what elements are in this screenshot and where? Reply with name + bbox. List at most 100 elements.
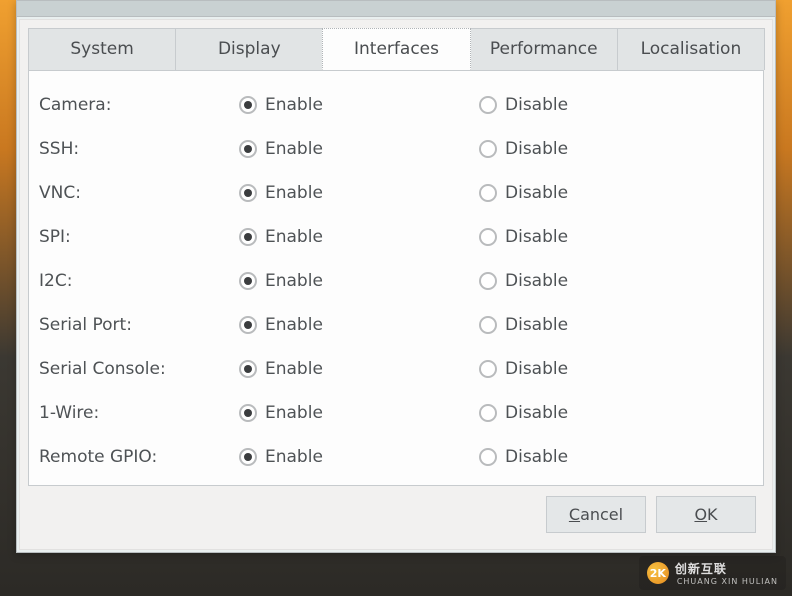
radio-label: Disable bbox=[505, 183, 568, 203]
radio-indicator-icon bbox=[239, 404, 257, 422]
radio-serial-console-enable[interactable]: Enable bbox=[239, 359, 479, 379]
radio-indicator-icon bbox=[239, 316, 257, 334]
tab-performance[interactable]: Performance bbox=[470, 28, 618, 70]
radio-indicator-icon bbox=[239, 140, 257, 158]
radio-serial-port-enable[interactable]: Enable bbox=[239, 315, 479, 335]
window-titlebar[interactable] bbox=[17, 1, 775, 17]
radio-camera-disable[interactable]: Disable bbox=[479, 95, 719, 115]
radio-spi-enable[interactable]: Enable bbox=[239, 227, 479, 247]
tab-display[interactable]: Display bbox=[175, 28, 323, 70]
radio-label: Disable bbox=[505, 403, 568, 423]
radio-indicator-icon bbox=[239, 184, 257, 202]
config-dialog: SystemDisplayInterfacesPerformanceLocali… bbox=[16, 0, 776, 553]
watermark: 2K 创新互联 CHUANG XIN HULIAN bbox=[639, 556, 786, 590]
radio-indicator-icon bbox=[479, 228, 497, 246]
radio-one-wire-enable[interactable]: Enable bbox=[239, 403, 479, 423]
radio-group-ssh: Enable Disable bbox=[239, 139, 747, 159]
radio-label: Disable bbox=[505, 271, 568, 291]
radio-label: Disable bbox=[505, 139, 568, 159]
radio-group-i2c: Enable Disable bbox=[239, 271, 747, 291]
ok-button[interactable]: OK bbox=[656, 496, 756, 533]
tab-interfaces[interactable]: Interfaces bbox=[322, 28, 470, 70]
dialog-buttons: Cancel OK bbox=[28, 486, 764, 537]
label-serial-port: Serial Port: bbox=[39, 315, 239, 335]
cancel-button[interactable]: Cancel bbox=[546, 496, 646, 533]
watermark-sub: CHUANG XIN HULIAN bbox=[677, 577, 778, 586]
radio-i2c-disable[interactable]: Disable bbox=[479, 271, 719, 291]
ok-mnemonic: O bbox=[694, 505, 707, 524]
radio-indicator-icon bbox=[479, 96, 497, 114]
radio-indicator-icon bbox=[239, 360, 257, 378]
radio-label: Enable bbox=[265, 359, 323, 379]
radio-remote-gpio-disable[interactable]: Disable bbox=[479, 447, 719, 467]
tab-localisation[interactable]: Localisation bbox=[617, 28, 765, 70]
radio-label: Disable bbox=[505, 359, 568, 379]
radio-serial-console-disable[interactable]: Disable bbox=[479, 359, 719, 379]
radio-group-camera: Enable Disable bbox=[239, 95, 747, 115]
label-remote-gpio: Remote GPIO: bbox=[39, 447, 239, 467]
radio-label: Disable bbox=[505, 95, 568, 115]
label-vnc: VNC: bbox=[39, 183, 239, 203]
radio-label: Enable bbox=[265, 139, 323, 159]
row-remote-gpio: Remote GPIO: Enable Disable bbox=[39, 435, 747, 479]
radio-indicator-icon bbox=[479, 316, 497, 334]
radio-indicator-icon bbox=[239, 448, 257, 466]
radio-label: Enable bbox=[265, 95, 323, 115]
radio-label: Enable bbox=[265, 183, 323, 203]
row-i2c: I2C: Enable Disable bbox=[39, 259, 747, 303]
dialog-panel: SystemDisplayInterfacesPerformanceLocali… bbox=[19, 19, 773, 550]
radio-group-spi: Enable Disable bbox=[239, 227, 747, 247]
label-serial-console: Serial Console: bbox=[39, 359, 239, 379]
radio-group-remote-gpio: Enable Disable bbox=[239, 447, 747, 467]
row-serial-console: Serial Console: Enable Disable bbox=[39, 347, 747, 391]
radio-indicator-icon bbox=[239, 96, 257, 114]
radio-indicator-icon bbox=[239, 228, 257, 246]
label-one-wire: 1-Wire: bbox=[39, 403, 239, 423]
row-vnc: VNC: Enable Disable bbox=[39, 171, 747, 215]
radio-indicator-icon bbox=[479, 184, 497, 202]
row-camera: Camera: Enable Disable bbox=[39, 83, 747, 127]
radio-label: Enable bbox=[265, 403, 323, 423]
radio-indicator-icon bbox=[479, 140, 497, 158]
radio-vnc-enable[interactable]: Enable bbox=[239, 183, 479, 203]
label-i2c: I2C: bbox=[39, 271, 239, 291]
radio-ssh-enable[interactable]: Enable bbox=[239, 139, 479, 159]
radio-indicator-icon bbox=[479, 272, 497, 290]
row-spi: SPI: Enable Disable bbox=[39, 215, 747, 259]
row-serial-port: Serial Port: Enable Disable bbox=[39, 303, 747, 347]
radio-camera-enable[interactable]: Enable bbox=[239, 95, 479, 115]
watermark-logo-icon: 2K bbox=[647, 562, 669, 584]
label-camera: Camera: bbox=[39, 95, 239, 115]
row-one-wire: 1-Wire: Enable Disable bbox=[39, 391, 747, 435]
row-ssh: SSH: Enable Disable bbox=[39, 127, 747, 171]
radio-vnc-disable[interactable]: Disable bbox=[479, 183, 719, 203]
label-ssh: SSH: bbox=[39, 139, 239, 159]
radio-serial-port-disable[interactable]: Disable bbox=[479, 315, 719, 335]
radio-label: Disable bbox=[505, 227, 568, 247]
radio-indicator-icon bbox=[479, 360, 497, 378]
tab-content-interfaces: Camera:EnableDisableSSH:EnableDisableVNC… bbox=[28, 71, 764, 486]
radio-group-one-wire: Enable Disable bbox=[239, 403, 747, 423]
radio-label: Enable bbox=[265, 447, 323, 467]
radio-label: Enable bbox=[265, 271, 323, 291]
cancel-mnemonic: C bbox=[569, 505, 580, 524]
radio-indicator-icon bbox=[239, 272, 257, 290]
radio-spi-disable[interactable]: Disable bbox=[479, 227, 719, 247]
tab-system[interactable]: System bbox=[28, 28, 176, 70]
tab-bar: SystemDisplayInterfacesPerformanceLocali… bbox=[28, 28, 764, 71]
watermark-brand: 创新互联 bbox=[675, 560, 778, 577]
radio-label: Disable bbox=[505, 447, 568, 467]
radio-group-serial-port: Enable Disable bbox=[239, 315, 747, 335]
radio-label: Enable bbox=[265, 227, 323, 247]
radio-label: Enable bbox=[265, 315, 323, 335]
radio-indicator-icon bbox=[479, 404, 497, 422]
radio-ssh-disable[interactable]: Disable bbox=[479, 139, 719, 159]
radio-group-serial-console: Enable Disable bbox=[239, 359, 747, 379]
radio-i2c-enable[interactable]: Enable bbox=[239, 271, 479, 291]
radio-one-wire-disable[interactable]: Disable bbox=[479, 403, 719, 423]
radio-remote-gpio-enable[interactable]: Enable bbox=[239, 447, 479, 467]
label-spi: SPI: bbox=[39, 227, 239, 247]
radio-label: Disable bbox=[505, 315, 568, 335]
radio-indicator-icon bbox=[479, 448, 497, 466]
radio-group-vnc: Enable Disable bbox=[239, 183, 747, 203]
